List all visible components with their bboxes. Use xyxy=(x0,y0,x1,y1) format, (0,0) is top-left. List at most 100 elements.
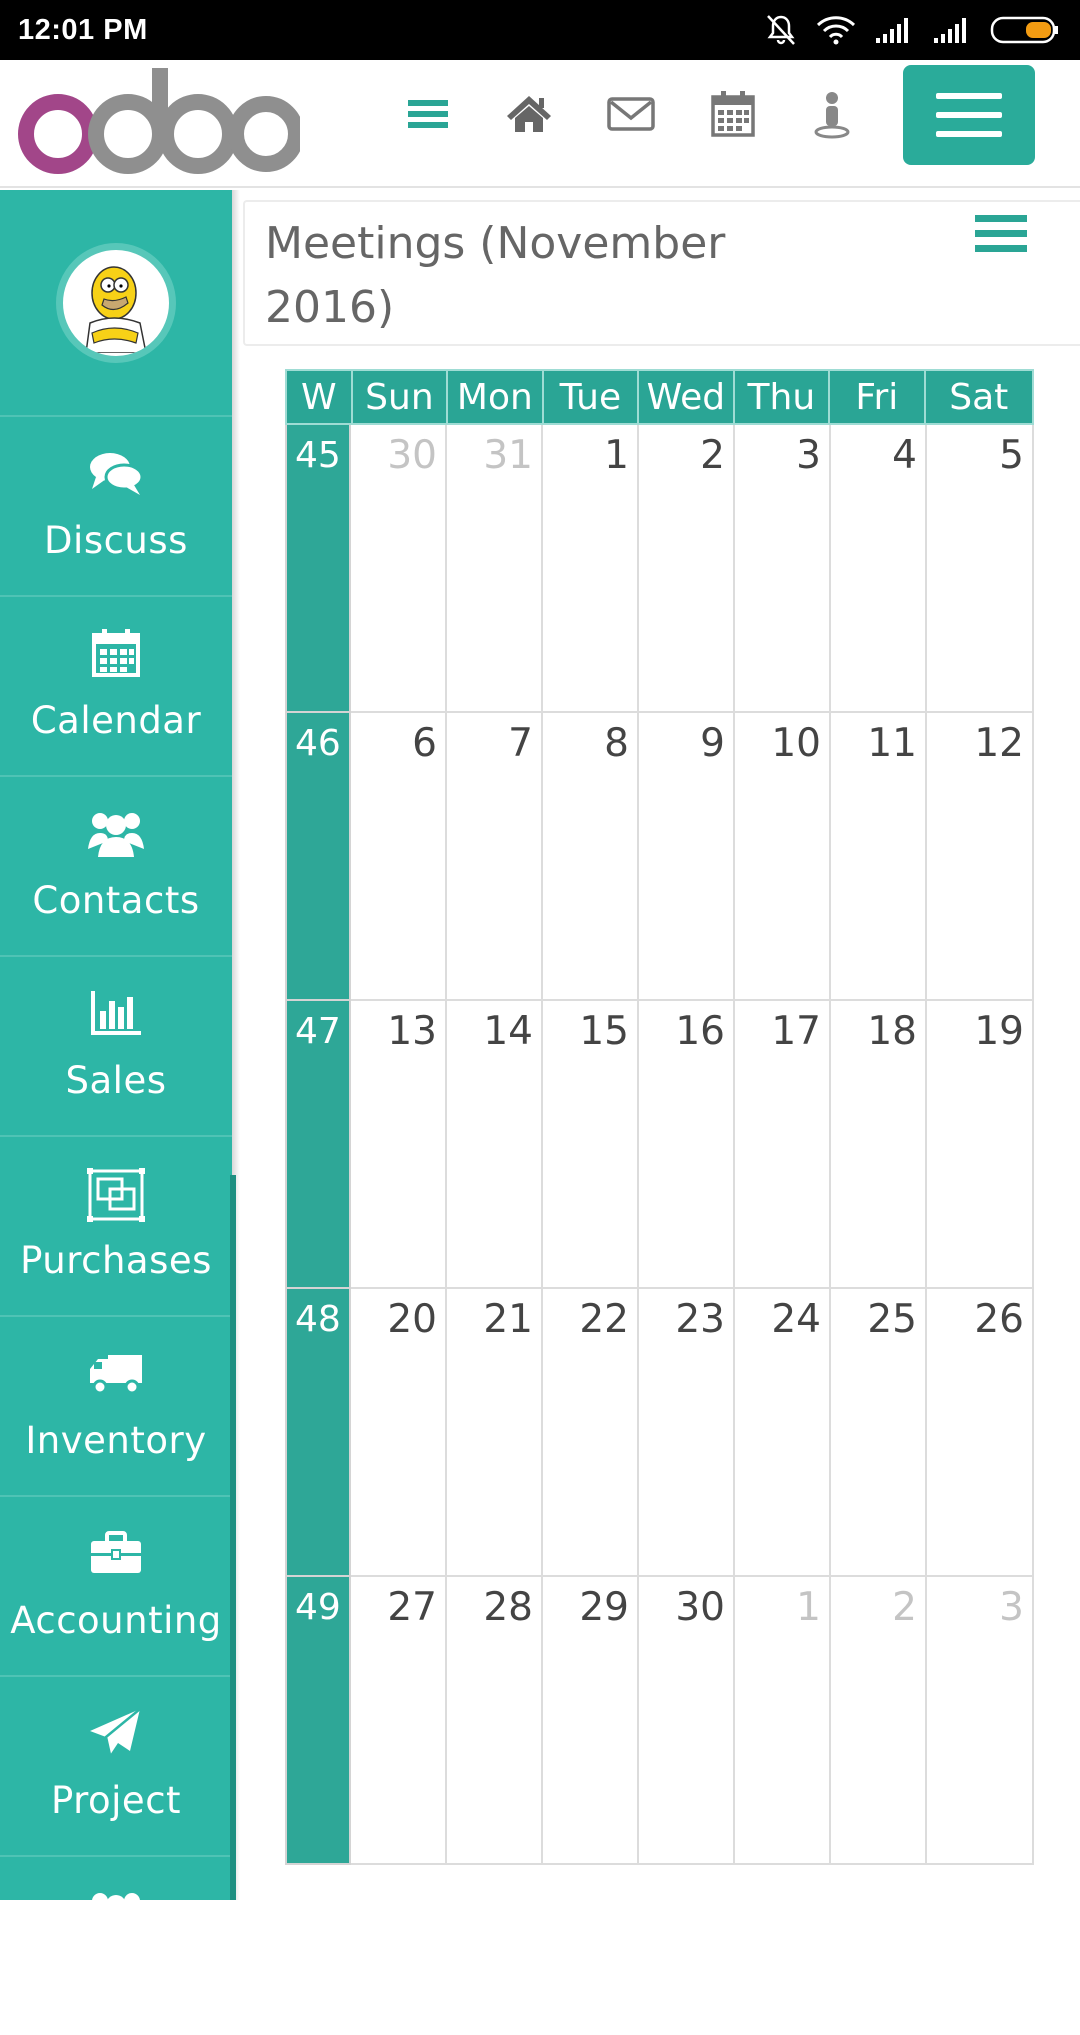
day-cell[interactable]: 4 xyxy=(831,425,927,713)
day-cell[interactable]: 21 xyxy=(447,1289,543,1577)
sidebar-item-label: Accounting xyxy=(10,1599,222,1642)
chat-bubbles-icon xyxy=(0,447,232,499)
signal-icon-2 xyxy=(934,18,966,43)
week-column-header: W xyxy=(287,371,353,423)
day-cell[interactable]: 30 xyxy=(639,1577,735,1865)
day-cell[interactable]: 7 xyxy=(447,713,543,1001)
calendar-icon xyxy=(0,627,232,679)
day-cell[interactable]: 15 xyxy=(543,1001,639,1289)
sidebar-item-label: Purchases xyxy=(20,1239,212,1282)
day-cell[interactable]: 2 xyxy=(831,1577,927,1865)
menu-toggle-button[interactable] xyxy=(903,65,1035,165)
day-cell[interactable]: 18 xyxy=(831,1001,927,1289)
day-cell[interactable]: 10 xyxy=(735,713,831,1001)
calendar-week-row: 47 13 14 15 16 17 18 19 xyxy=(285,1001,1034,1289)
people-icon xyxy=(0,807,232,859)
wifi-icon xyxy=(816,16,856,45)
sidebar-item-accounting[interactable]: Accounting xyxy=(0,1495,232,1675)
calendar-header-row: W Sun Mon Tue Wed Thu Fri Sat xyxy=(285,369,1034,425)
calendar-icon[interactable] xyxy=(707,88,759,140)
day-header-mon: Mon xyxy=(448,371,544,423)
user-avatar-area xyxy=(0,190,232,415)
week-number: 48 xyxy=(285,1289,351,1577)
day-cell[interactable]: 20 xyxy=(351,1289,447,1577)
control-panel: Meetings (November 2016) xyxy=(243,200,1080,346)
menu-bar-3 xyxy=(936,131,1002,137)
day-cell[interactable]: 2 xyxy=(639,425,735,713)
page-title: Meetings (November 2016) xyxy=(265,218,726,333)
homer-avatar-icon xyxy=(85,265,147,353)
status-bar: 12:01 PM xyxy=(0,0,1080,60)
sidebar-item-label: Contacts xyxy=(32,879,200,922)
day-cell[interactable]: 30 xyxy=(351,425,447,713)
sidebar-item-inventory[interactable]: Inventory xyxy=(0,1315,232,1495)
week-number: 49 xyxy=(285,1577,351,1865)
day-cell[interactable]: 11 xyxy=(831,713,927,1001)
day-cell[interactable]: 3 xyxy=(927,1577,1034,1865)
calendar-week-row: 48 20 21 22 23 24 25 26 xyxy=(285,1289,1034,1577)
day-cell[interactable]: 1 xyxy=(735,1577,831,1865)
sidebar-item-project[interactable]: Project xyxy=(0,1675,232,1855)
week-number: 45 xyxy=(285,425,351,713)
sidebar-item-more[interactable] xyxy=(0,1855,232,2035)
day-cell[interactable]: 29 xyxy=(543,1577,639,1865)
day-cell[interactable]: 19 xyxy=(927,1001,1034,1289)
signal-icon xyxy=(876,18,908,43)
purchases-icon xyxy=(0,1167,232,1222)
month-calendar: W Sun Mon Tue Wed Thu Fri Sat 45 30 31 1… xyxy=(285,369,1034,1865)
user-icon[interactable] xyxy=(806,88,858,140)
sidebar-item-label: Project xyxy=(50,1779,182,1822)
sidebar-item-label: Calendar xyxy=(30,699,202,742)
day-header-thu: Thu xyxy=(735,371,831,423)
day-cell[interactable]: 17 xyxy=(735,1001,831,1289)
day-header-tue: Tue xyxy=(544,371,640,423)
day-cell[interactable]: 27 xyxy=(351,1577,447,1865)
calendar-week-row: 46 6 7 8 9 10 11 12 xyxy=(285,713,1034,1001)
sidebar-item-calendar[interactable]: Calendar xyxy=(0,595,232,775)
odoo-logo[interactable] xyxy=(10,64,300,174)
day-cell[interactable]: 22 xyxy=(543,1289,639,1577)
calendar-week-row: 49 27 28 29 30 1 2 3 xyxy=(285,1577,1034,1865)
day-cell[interactable]: 24 xyxy=(735,1289,831,1577)
menu-bar-1 xyxy=(936,93,1002,99)
people-icon xyxy=(0,1887,232,1939)
day-cell[interactable]: 16 xyxy=(639,1001,735,1289)
truck-icon xyxy=(0,1347,232,1399)
list-icon[interactable] xyxy=(973,210,1029,262)
day-cell[interactable]: 31 xyxy=(447,425,543,713)
list-icon[interactable] xyxy=(402,88,454,140)
day-cell[interactable]: 1 xyxy=(543,425,639,713)
day-cell[interactable]: 5 xyxy=(927,425,1034,713)
sidebar-item-discuss[interactable]: Discuss xyxy=(0,415,232,595)
sidebar-scrollbar[interactable] xyxy=(230,1175,236,1900)
sidebar-item-label: Discuss xyxy=(44,519,188,562)
sidebar-item-label: Sales xyxy=(65,1059,167,1102)
day-cell[interactable]: 9 xyxy=(639,713,735,1001)
day-header-wed: Wed xyxy=(639,371,735,423)
day-cell[interactable]: 3 xyxy=(735,425,831,713)
day-cell[interactable]: 6 xyxy=(351,713,447,1001)
day-cell[interactable]: 23 xyxy=(639,1289,735,1577)
calendar-week-row: 45 30 31 1 2 3 4 5 xyxy=(285,425,1034,713)
sidebar-item-contacts[interactable]: Contacts xyxy=(0,775,232,955)
mail-icon[interactable] xyxy=(605,88,657,140)
day-cell[interactable]: 13 xyxy=(351,1001,447,1289)
sidebar-item-label: Inventory xyxy=(25,1419,207,1462)
top-navbar xyxy=(0,60,1080,188)
paper-plane-icon xyxy=(0,1707,232,1759)
day-cell[interactable]: 26 xyxy=(927,1289,1034,1577)
day-cell[interactable]: 28 xyxy=(447,1577,543,1865)
week-number: 47 xyxy=(285,1001,351,1289)
home-icon[interactable] xyxy=(503,88,555,140)
status-time: 12:01 PM xyxy=(18,13,148,46)
sidebar-item-sales[interactable]: Sales xyxy=(0,955,232,1135)
day-cell[interactable]: 12 xyxy=(927,713,1034,1001)
day-cell[interactable]: 8 xyxy=(543,713,639,1001)
sidebar-item-purchases[interactable]: Purchases xyxy=(0,1135,232,1315)
day-header-sun: Sun xyxy=(353,371,449,423)
briefcase-icon xyxy=(0,1527,232,1579)
day-cell[interactable]: 25 xyxy=(831,1289,927,1577)
bar-chart-icon xyxy=(0,987,232,1039)
day-cell[interactable]: 14 xyxy=(447,1001,543,1289)
avatar[interactable] xyxy=(56,242,176,363)
